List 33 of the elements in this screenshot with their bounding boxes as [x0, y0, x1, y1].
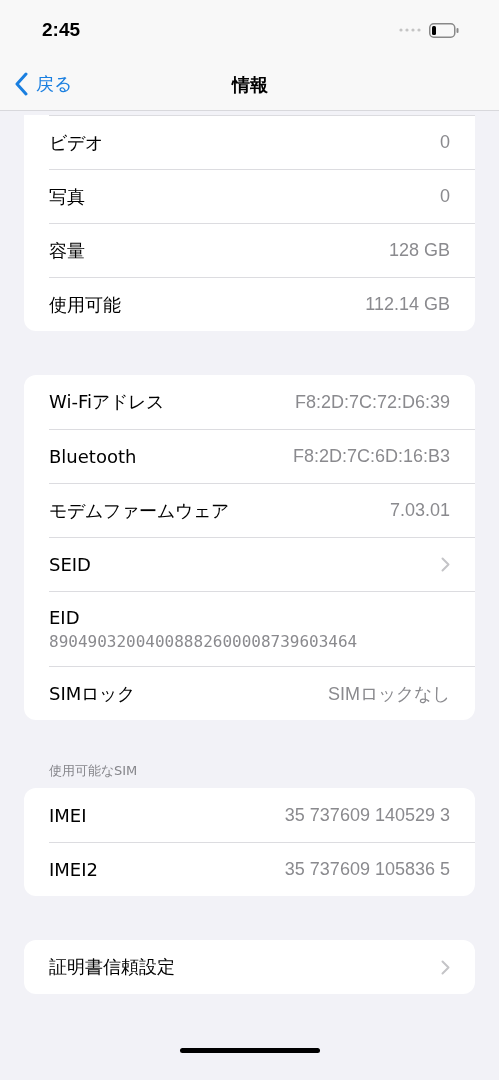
section-header: 使用可能なSIM: [49, 762, 139, 780]
row-label: IMEI2: [49, 859, 98, 880]
row-label: Bluetooth: [49, 446, 137, 467]
settings-row[interactable]: SEID: [49, 537, 475, 591]
row-value: F8:2D:7C:6D:16:B3: [292, 446, 450, 467]
row-value: F8:2D:7C:72:D6:39: [294, 391, 450, 413]
row-value: 7.03.01: [389, 500, 450, 521]
settings-row[interactable]: 証明書信頼設定: [49, 940, 475, 994]
chevron-right-icon: [441, 557, 450, 572]
back-button[interactable]: 戻る: [14, 72, 72, 96]
signal-icon: [399, 28, 421, 32]
row-value: 112.14 GB: [365, 294, 450, 315]
row-label: 写真: [49, 184, 85, 209]
status-time: 2:45: [42, 19, 81, 41]
chevron-right-icon: [441, 959, 450, 975]
nav-title: 情報: [231, 73, 268, 97]
row-value: 35 737609 140529 3: [284, 804, 450, 826]
row-label: EID: [49, 607, 80, 628]
battery-icon: [429, 22, 459, 38]
row-label: 容量: [49, 238, 85, 263]
row-value: 89049032004008882600008739603464: [49, 632, 358, 651]
row-label: 使用可能: [49, 292, 121, 317]
chevron-left-icon: [14, 72, 28, 96]
row-value: 0: [440, 186, 450, 207]
row-label: SIMロック: [49, 681, 136, 706]
row-label: ビデオ: [49, 130, 103, 155]
row-value: SIMロックなし: [328, 682, 450, 706]
row-label: モデムファームウェア: [49, 498, 229, 523]
row-label: Wi-Fiアドレス: [49, 390, 164, 414]
row-label: IMEI: [49, 804, 87, 826]
row-value: 0: [440, 132, 450, 153]
row-value: 35 737609 105836 5: [284, 859, 450, 880]
row-value: 128 GB: [388, 240, 450, 261]
